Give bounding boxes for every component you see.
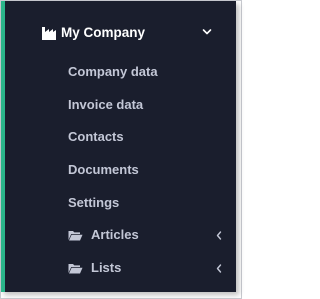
folder-label: Articles [91,227,139,242]
chevron-left-icon[interactable] [216,264,222,273]
folder-open-icon [68,231,83,241]
section-title: My Company [61,25,146,40]
folder-open-icon [68,264,83,274]
sidebar-menu-panel: My Company Company data Invoice data Con… [1,1,236,292]
folder-label: Lists [91,260,122,275]
menu-item-label: Company data [68,64,158,79]
sidebar-frame: My Company Company data Invoice data Con… [0,0,242,299]
my-company-section-header[interactable]: My Company [5,15,236,51]
menu-item-label: Documents [68,162,139,177]
menu-folder-articles[interactable]: Articles [5,220,236,250]
menu-item-settings[interactable]: Settings [5,188,236,218]
menu-item-label: Settings [68,195,120,210]
menu-folder-lists[interactable]: Lists [5,253,236,283]
menu-item-contacts[interactable]: Contacts [5,122,236,152]
factory-icon [42,27,56,40]
chevron-down-icon[interactable] [202,28,212,36]
menu-item-company-data[interactable]: Company data [5,57,236,87]
chevron-left-icon[interactable] [216,231,222,240]
menu-item-documents[interactable]: Documents [5,155,236,185]
menu-item-label: Contacts [68,129,124,144]
menu-item-invoice-data[interactable]: Invoice data [5,90,236,120]
menu-item-label: Invoice data [68,97,144,112]
